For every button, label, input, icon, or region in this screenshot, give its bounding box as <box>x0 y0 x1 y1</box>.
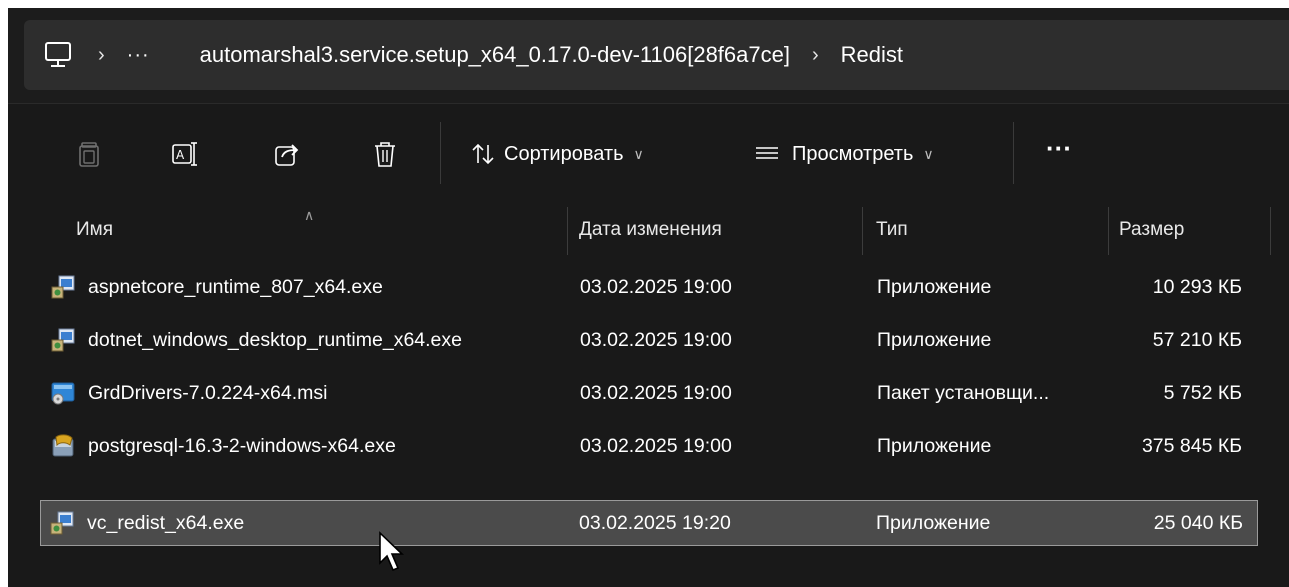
copy-button[interactable] <box>74 132 104 176</box>
file-type: Приложение <box>877 435 992 457</box>
share-icon <box>275 144 299 166</box>
file-date: 03.02.2025 19:00 <box>580 435 732 457</box>
column-header-name[interactable]: Имя <box>76 219 113 241</box>
chevron-right-icon[interactable]: › <box>812 44 819 67</box>
sort-arrows-icon <box>472 143 494 165</box>
delete-button[interactable] <box>370 132 400 176</box>
installer-exe-icon <box>51 275 75 299</box>
column-header-type[interactable]: Тип <box>876 219 908 241</box>
breadcrumb-item-setup-folder[interactable]: automarshal3.service.setup_x64_0.17.0-de… <box>200 42 790 68</box>
file-type: Приложение <box>877 276 992 298</box>
rename-icon: A <box>172 142 197 166</box>
msi-package-icon <box>51 382 75 405</box>
chevron-right-icon[interactable]: › <box>98 44 105 67</box>
command-bar: A Сортировать ∨ Просмотреть ∨ ··· <box>8 103 1289 208</box>
file-date: 03.02.2025 19:00 <box>580 329 732 351</box>
installer-exe-icon <box>50 511 74 535</box>
column-resize-handle[interactable] <box>567 207 568 255</box>
file-type: Приложение <box>876 512 991 534</box>
share-button[interactable] <box>272 132 302 176</box>
toolbar-divider <box>440 122 441 184</box>
file-type: Приложение <box>877 329 992 351</box>
file-size: 25 040 КБ <box>1153 512 1243 534</box>
breadcrumb-item-redist[interactable]: Redist <box>841 42 903 68</box>
column-header-date[interactable]: Дата изменения <box>579 219 722 241</box>
sort-button[interactable]: Сортировать ∨ <box>470 132 644 176</box>
file-row[interactable]: aspnetcore_runtime_807_x64.exe 03.02.202… <box>42 265 1256 311</box>
toolbar-divider <box>1013 122 1014 184</box>
file-row[interactable]: postgresql-16.3-2-windows-x64.exe 03.02.… <box>42 424 1256 470</box>
file-date: 03.02.2025 19:00 <box>580 276 732 298</box>
file-row[interactable]: GrdDrivers-7.0.224-x64.msi 03.02.2025 19… <box>42 371 1256 417</box>
column-resize-handle[interactable] <box>1270 207 1271 255</box>
breadcrumb[interactable]: › ··· automarshal3.service.setup_x64_0.1… <box>24 20 1289 90</box>
postgresql-app-icon <box>52 434 74 457</box>
file-type: Пакет установщи... <box>877 382 1050 404</box>
file-row-selected[interactable]: vc_redist_x64.exe 03.02.2025 19:20 Прило… <box>40 500 1258 546</box>
file-name: vc_redist_x64.exe <box>87 512 245 534</box>
file-size: 10 293 КБ <box>1152 276 1242 298</box>
view-lines-icon <box>756 147 778 159</box>
file-date: 03.02.2025 19:20 <box>579 512 731 534</box>
chevron-down-icon: ∨ <box>633 145 644 162</box>
view-label: Просмотреть <box>792 142 914 165</box>
sort-label: Сортировать <box>504 142 624 165</box>
file-size: 375 845 КБ <box>1141 435 1242 457</box>
see-more-button[interactable]: ··· <box>1046 126 1072 170</box>
address-bar: › ··· automarshal3.service.setup_x64_0.1… <box>8 8 1289 103</box>
sort-ascending-indicator-icon: ∧ <box>304 207 315 223</box>
rename-button[interactable]: A <box>170 132 200 176</box>
file-name: aspnetcore_runtime_807_x64.exe <box>88 276 383 298</box>
svg-text:A: A <box>176 148 185 162</box>
file-row[interactable]: dotnet_windows_desktop_runtime_x64.exe 0… <box>42 318 1256 364</box>
file-name: dotnet_windows_desktop_runtime_x64.exe <box>88 329 462 351</box>
trash-icon <box>375 142 395 167</box>
column-resize-handle[interactable] <box>1108 207 1109 255</box>
chevron-down-icon: ∨ <box>923 145 934 162</box>
file-explorer-window: › ··· automarshal3.service.setup_x64_0.1… <box>8 8 1289 587</box>
file-size: 5 752 КБ <box>1163 382 1242 404</box>
column-header-size[interactable]: Размер <box>1119 219 1184 241</box>
view-button[interactable]: Просмотреть ∨ <box>754 132 934 176</box>
copy-icon <box>79 142 99 167</box>
mouse-pointer-icon <box>379 531 404 572</box>
column-resize-handle[interactable] <box>862 207 863 255</box>
this-pc-icon[interactable] <box>40 37 76 73</box>
installer-exe-icon <box>51 328 75 352</box>
file-size: 57 210 КБ <box>1152 329 1242 351</box>
column-header-row: ∧ Имя Дата изменения Тип Размер <box>8 207 1289 255</box>
file-name: postgresql-16.3-2-windows-x64.exe <box>88 435 396 457</box>
file-date: 03.02.2025 19:00 <box>580 382 732 404</box>
breadcrumb-overflow-button[interactable]: ··· <box>127 44 150 67</box>
file-name: GrdDrivers-7.0.224-x64.msi <box>88 382 328 404</box>
